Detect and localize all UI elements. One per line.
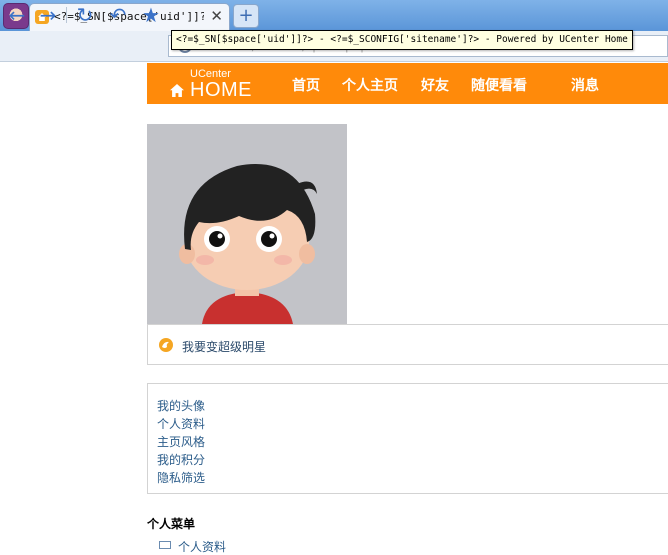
logo-title[interactable]: HOME: [190, 79, 252, 102]
personal-menu-title: 个人菜单: [147, 517, 196, 531]
title-tooltip: <?=$_SN[$space['uid']]?> - <?=$_SCONFIG[…: [171, 30, 633, 50]
forward-icon[interactable]: →: [36, 3, 60, 27]
new-tab-button[interactable]: +: [233, 4, 259, 28]
menu-profile-info[interactable]: 个人资料: [157, 415, 205, 432]
submenu-profile-info[interactable]: 个人资料: [178, 538, 226, 555]
tab-close-icon[interactable]: ✕: [210, 7, 223, 25]
toolbar-divider: [66, 7, 67, 23]
become-star-link[interactable]: 我要变超级明星: [182, 338, 266, 355]
bookmark-star-icon[interactable]: ★: [139, 3, 163, 27]
profile-menu-panel: [147, 383, 668, 494]
nav-friends[interactable]: 好友: [421, 75, 449, 95]
nav-home[interactable]: 首页: [292, 75, 320, 95]
back-icon[interactable]: ←: [5, 3, 29, 27]
menu-my-credits[interactable]: 我的积分: [157, 451, 205, 468]
menu-privacy-filter[interactable]: 隐私筛选: [157, 469, 205, 486]
user-avatar[interactable]: [147, 124, 347, 324]
profile-card-icon: [159, 541, 171, 549]
menu-home-style[interactable]: 主页风格: [157, 433, 205, 450]
menu-my-avatar[interactable]: 我的头像: [157, 397, 205, 414]
swirl-icon: [159, 338, 173, 352]
nav-messages[interactable]: 消息: [571, 75, 599, 95]
refresh-icon[interactable]: ↻: [73, 3, 97, 27]
undo-icon[interactable]: ↶: [106, 3, 130, 27]
nav-browse[interactable]: 随便看看: [471, 75, 527, 95]
nav-personal-home[interactable]: 个人主页: [342, 75, 398, 95]
